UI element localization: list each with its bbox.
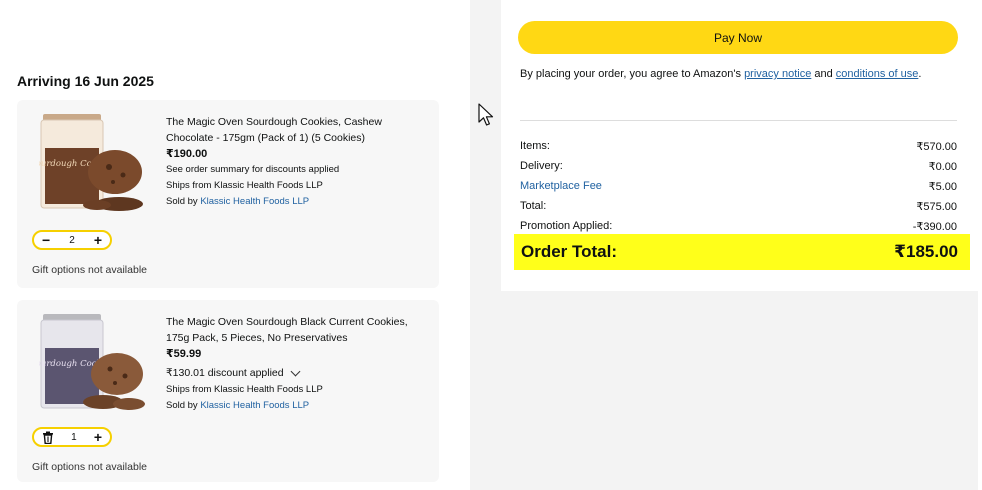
item-details: The Magic Oven Sourdough Cookies, Cashew… [166, 114, 431, 210]
summary-value: ₹570.00 [916, 141, 957, 153]
agree-prefix: By placing your order, you agree to Amaz… [520, 68, 745, 80]
sold-by-label: Sold by [166, 400, 198, 411]
order-total-label: Order Total: [521, 242, 618, 261]
order-agreement-text: By placing your order, you agree to Amaz… [520, 66, 950, 83]
item-title[interactable]: The Magic Oven Sourdough Black Current C… [166, 314, 431, 346]
sold-by: Sold by Klassic Health Foods LLP [166, 398, 431, 414]
agree-and: and [811, 68, 836, 80]
cart-item: Sourdough Cookies The Magic Oven Sourdou… [17, 300, 439, 482]
page-edge [978, 0, 982, 490]
plus-icon[interactable]: + [94, 233, 102, 247]
minus-icon[interactable]: − [42, 233, 50, 247]
item-price: ₹190.00 [166, 148, 208, 160]
sold-by-label: Sold by [166, 196, 198, 207]
summary-label: Items: [520, 140, 550, 152]
gift-options-text: Gift options not available [32, 264, 147, 276]
pay-now-button[interactable]: Pay Now [518, 21, 958, 54]
mouse-cursor-icon [478, 103, 494, 126]
quantity-value: 2 [69, 234, 75, 246]
trash-icon[interactable] [42, 431, 54, 444]
gift-options-text: Gift options not available [32, 461, 147, 473]
ships-from: Ships from Klassic Health Foods LLP [166, 180, 323, 191]
item-discount-note: See order summary for discounts applied [166, 164, 340, 175]
summary-label: Delivery: [520, 160, 563, 172]
summary-value: -₹390.00 [912, 221, 957, 233]
discount-toggle[interactable]: ₹130.01 discount applied [166, 364, 431, 382]
privacy-notice-link[interactable]: privacy notice [744, 68, 811, 80]
delivery-date-heading: Arriving 16 Jun 2025 [17, 73, 154, 89]
ships-from: Ships from Klassic Health Foods LLP [166, 384, 323, 395]
discount-applied-text: ₹130.01 discount applied [166, 367, 284, 379]
summary-label: Total: [520, 200, 547, 212]
item-details: The Magic Oven Sourdough Black Current C… [166, 314, 431, 414]
chevron-down-icon [290, 366, 301, 376]
conditions-of-use-link[interactable]: conditions of use [836, 68, 919, 80]
summary-row-total: Total: ₹575.00 [520, 200, 957, 213]
product-image[interactable]: Sourdough Cookies [39, 112, 149, 212]
agree-end: . [918, 68, 922, 80]
cart-item: Sourdough Cookies The Magic Oven Sourdou… [17, 100, 439, 288]
seller-link[interactable]: Klassic Health Foods LLP [200, 400, 309, 411]
sold-by: Sold by Klassic Health Foods LLP [166, 194, 431, 210]
summary-row-delivery: Delivery: ₹0.00 [520, 160, 957, 173]
product-image[interactable]: Sourdough Cookies [39, 312, 149, 412]
item-price: ₹59.99 [166, 348, 202, 360]
order-total-value: ₹185.00 [894, 242, 958, 261]
summary-row-items: Items: ₹570.00 [520, 140, 957, 153]
quantity-stepper: 1 + [32, 427, 112, 447]
summary-value: ₹575.00 [916, 201, 957, 213]
plus-icon[interactable]: + [94, 430, 102, 444]
quantity-stepper: − 2 + [32, 230, 112, 250]
item-title[interactable]: The Magic Oven Sourdough Cookies, Cashew… [166, 114, 431, 146]
quantity-value: 1 [71, 431, 77, 443]
summary-value: ₹5.00 [928, 181, 957, 193]
summary-value: ₹0.00 [928, 161, 957, 173]
summary-divider [520, 120, 957, 121]
order-summary-panel: Pay Now By placing your order, you agree… [501, 0, 978, 291]
seller-link[interactable]: Klassic Health Foods LLP [200, 196, 309, 207]
summary-row-marketplace-fee: Marketplace Fee ₹5.00 [520, 180, 957, 193]
marketplace-fee-link[interactable]: Marketplace Fee [520, 180, 602, 193]
order-total-highlight: Order Total: ₹185.00 [514, 234, 970, 270]
summary-row-promotion: Promotion Applied: -₹390.00 [520, 220, 957, 233]
summary-label: Promotion Applied: [520, 220, 613, 232]
